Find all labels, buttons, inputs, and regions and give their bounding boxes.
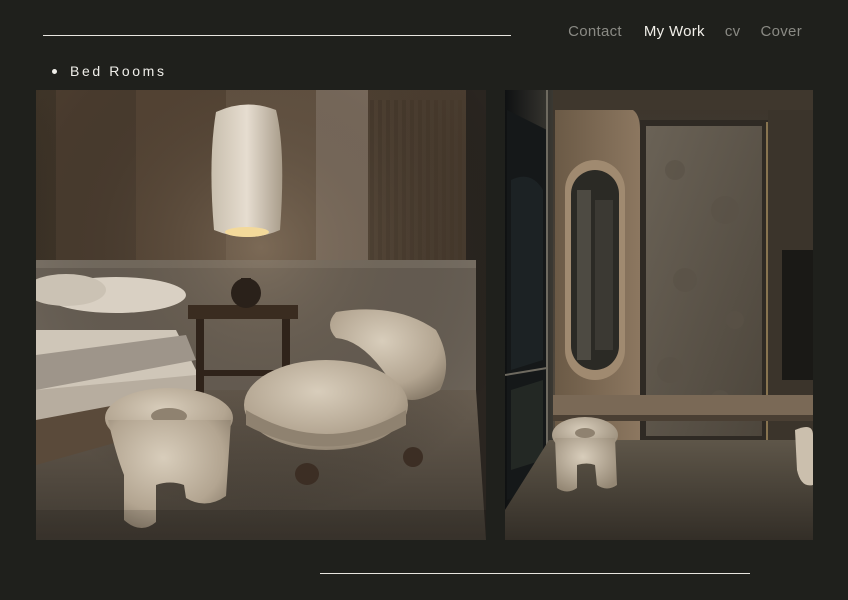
nav-my-work-link[interactable]: My Work bbox=[644, 23, 705, 40]
top-divider-line bbox=[43, 35, 511, 36]
section-title-text: Bed Rooms bbox=[70, 63, 167, 79]
nav-cover-link[interactable]: Cover bbox=[760, 23, 802, 40]
bedroom-photo-vanity bbox=[505, 90, 813, 540]
top-navigation: Contact My Work cv Cover bbox=[568, 23, 802, 40]
bottom-divider-line bbox=[320, 573, 750, 574]
nav-cv-link[interactable]: cv bbox=[725, 23, 741, 40]
bedroom-photo-main bbox=[36, 90, 486, 540]
bullet-icon bbox=[52, 68, 57, 74]
nav-contact-link[interactable]: Contact bbox=[568, 23, 622, 40]
section-heading: Bed Rooms bbox=[52, 63, 167, 79]
